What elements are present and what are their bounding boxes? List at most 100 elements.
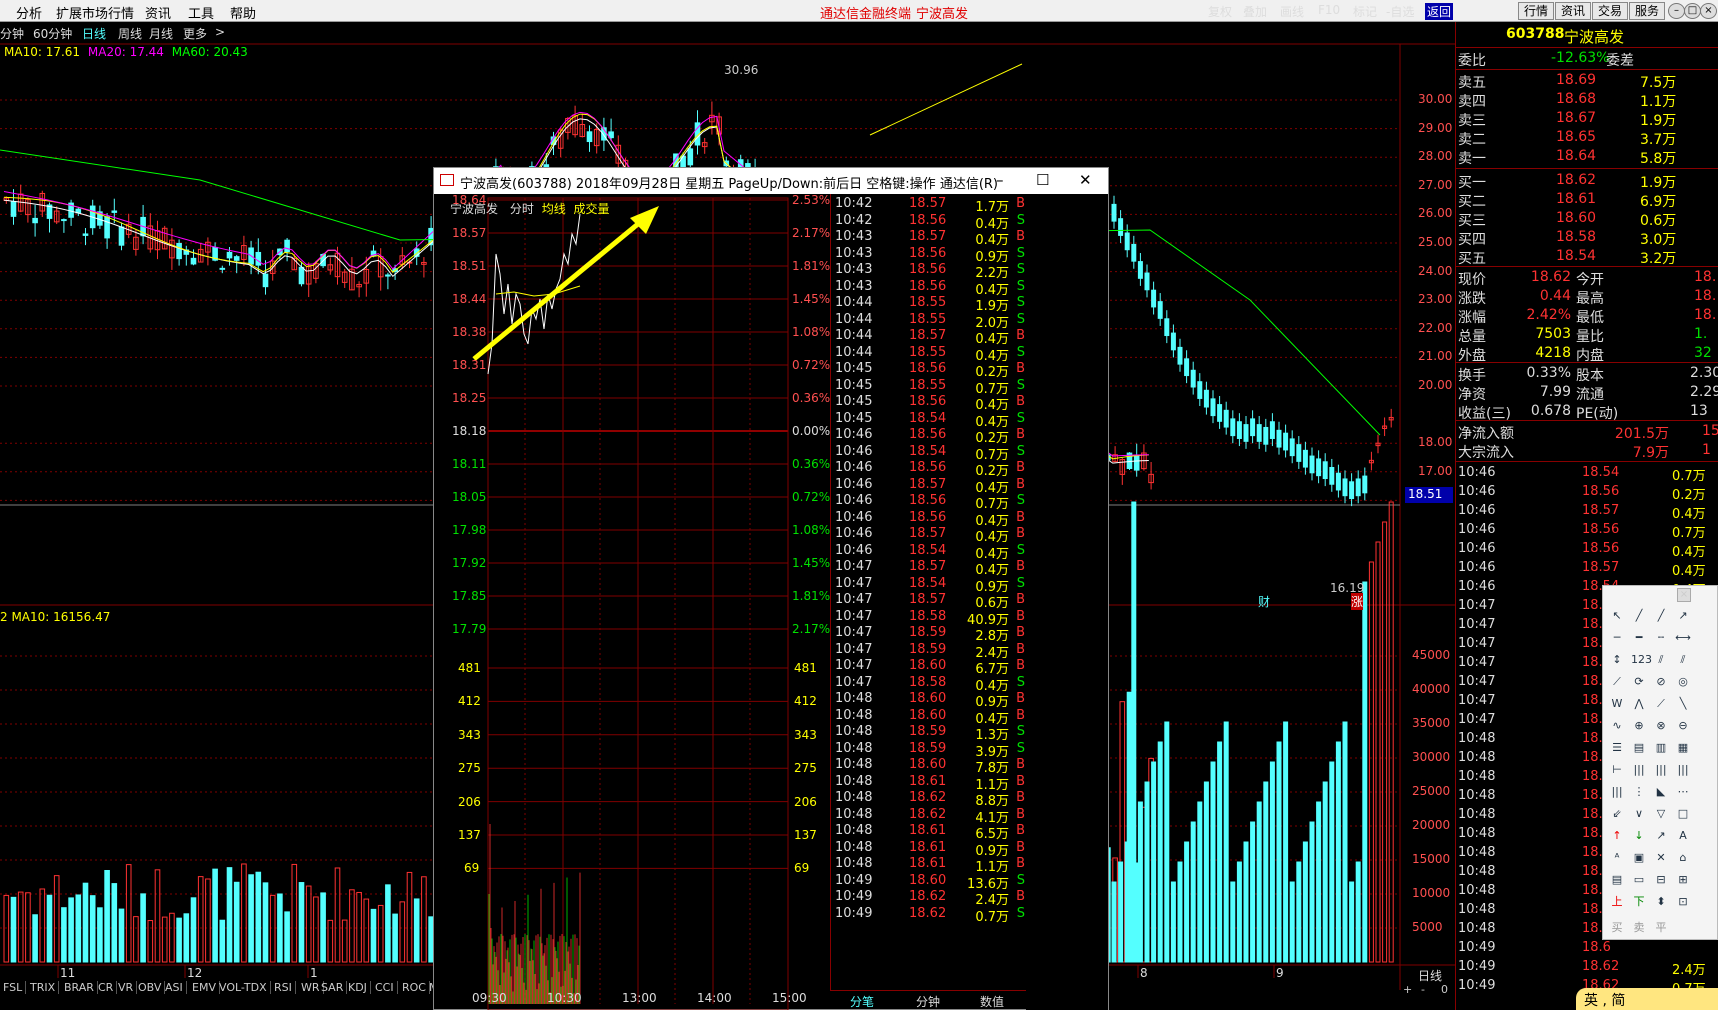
draw-tool-icon[interactable]: ⌂: [1675, 850, 1691, 866]
menu-analysis[interactable]: 分析: [16, 3, 42, 22]
draw-tool-icon[interactable]: ─: [1609, 630, 1625, 646]
indicator-tab-trix[interactable]: TRIX: [27, 981, 60, 994]
zhangting-marker[interactable]: 涨: [1351, 593, 1364, 610]
indicator-tab-fsl[interactable]: FSL: [0, 981, 27, 994]
draw-tool-icon[interactable]: ╲: [1675, 696, 1691, 712]
draw-tool-icon[interactable]: □: [1675, 806, 1691, 822]
zoom-in-button[interactable]: +: [1403, 983, 1412, 996]
indicator-tab-obv[interactable]: OBV: [135, 981, 166, 994]
draw-tool-icon[interactable]: ↑: [1609, 828, 1625, 844]
menu-help[interactable]: 帮助: [230, 3, 256, 22]
draw-tool-icon[interactable]: ⊢: [1609, 762, 1625, 778]
zoom-out-button[interactable]: -: [1421, 983, 1425, 996]
draw-tool-icon[interactable]: ╱: [1631, 608, 1647, 624]
indicator-tab-brar[interactable]: BRAR: [61, 981, 98, 994]
indicator-tab-asi[interactable]: ASI: [162, 981, 187, 994]
draw-tool-icon[interactable]: ▽: [1653, 806, 1669, 822]
draw-tool-icon[interactable]: ☰: [1609, 740, 1625, 756]
close-icon[interactable]: ×: [1700, 3, 1717, 19]
period-60min[interactable]: 60分钟: [33, 25, 72, 42]
menu-news[interactable]: 资讯: [145, 3, 171, 22]
draw-tool-icon[interactable]: ⟋: [1653, 696, 1669, 712]
draw-tool-icon[interactable]: ⋯: [1675, 784, 1691, 800]
draw-tool-icon[interactable]: ↓: [1631, 828, 1647, 844]
draw-tool-trade-0[interactable]: 买: [1609, 920, 1625, 936]
draw-tool-icon[interactable]: ↗: [1653, 828, 1669, 844]
popup-titlebar[interactable]: 宁波高发(603788) 2018年09月28日 星期五 PageUp/Down…: [434, 168, 1108, 194]
draw-tool-icon[interactable]: |||: [1609, 784, 1625, 800]
draw-tool-icon[interactable]: ⫽: [1675, 652, 1691, 668]
menu-ext-market[interactable]: 扩展市场行情: [56, 3, 134, 22]
indicator-tab-cr[interactable]: CR: [95, 981, 118, 994]
draw-tool-icon[interactable]: ━: [1631, 630, 1647, 646]
popup-maximize-icon[interactable]: ☐: [1036, 171, 1049, 189]
popup-minimize-icon[interactable]: –: [996, 171, 1004, 189]
chevron-right-icon[interactable]: >: [215, 25, 225, 39]
draw-tool-trade-2[interactable]: 平: [1653, 920, 1669, 936]
draw-tool-icon[interactable]: A: [1675, 828, 1691, 844]
drawtool-close-icon[interactable]: ×: [1677, 588, 1691, 602]
indicator-tab-cci[interactable]: CCI: [372, 981, 398, 994]
tab-shuzhi[interactable]: 数值: [980, 993, 1004, 1010]
trade-button[interactable]: 交易: [1592, 2, 1629, 20]
draw-tool-icon[interactable]: ▭: [1631, 872, 1647, 888]
indicator-tab-vr[interactable]: VR: [115, 981, 138, 994]
ask-row[interactable]: 卖五 18.69 7.5万: [1456, 71, 1718, 91]
draw-tool-icon[interactable]: ⇙: [1609, 806, 1625, 822]
ask-row[interactable]: 卖二 18.65 3.7万: [1456, 128, 1718, 148]
draw-tool-icon[interactable]: ⊞: [1675, 872, 1691, 888]
draw-tool-icon[interactable]: 上: [1609, 894, 1625, 910]
draw-tool-icon[interactable]: ∨: [1631, 806, 1647, 822]
draw-tool-icon[interactable]: 123: [1631, 652, 1652, 668]
draw-tool-icon[interactable]: ⟷: [1675, 630, 1691, 646]
draw-tool-icon[interactable]: ⊘: [1653, 674, 1669, 690]
draw-tool-icon[interactable]: ⊖: [1675, 718, 1691, 734]
bid-row[interactable]: 买二 18.61 6.9万: [1456, 190, 1718, 210]
indicator-tab-rsi[interactable]: RSI: [271, 981, 296, 994]
caibao-marker[interactable]: 财: [1258, 593, 1270, 610]
draw-tool-icon[interactable]: ▤: [1609, 872, 1625, 888]
draw-tool-icon[interactable]: ▦: [1675, 740, 1691, 756]
draw-tool-icon[interactable]: ⟋: [1609, 674, 1625, 690]
draw-tool-icon[interactable]: ⋀: [1631, 696, 1647, 712]
quote-button[interactable]: 行情: [1518, 2, 1555, 20]
ask-row[interactable]: 卖一 18.64 5.8万: [1456, 147, 1718, 167]
draw-tool-icon[interactable]: ⬍: [1653, 894, 1669, 910]
draw-tool-icon[interactable]: ▤: [1631, 740, 1647, 756]
draw-tool-icon[interactable]: |||: [1653, 762, 1669, 778]
indicator-tab-kdj[interactable]: KDJ: [345, 981, 371, 994]
zoom-reset-button[interactable]: 0: [1441, 983, 1448, 996]
draw-tool-icon[interactable]: ▥: [1653, 740, 1669, 756]
tab-fenzhong[interactable]: 分钟: [916, 993, 940, 1010]
draw-tool-icon[interactable]: ⋮: [1631, 784, 1647, 800]
minimize-icon[interactable]: –: [1668, 3, 1685, 19]
draw-tool-icon[interactable]: ╌: [1653, 630, 1669, 646]
draw-tool-icon[interactable]: ✕: [1653, 850, 1669, 866]
back-button[interactable]: 返回: [1425, 3, 1454, 20]
fuquan-button[interactable]: 复权: [1208, 3, 1232, 20]
indicator-tab-sar[interactable]: SAR: [318, 981, 348, 994]
period-monthly[interactable]: 月线: [149, 25, 173, 42]
draw-tool-icon[interactable]: ⊟: [1653, 872, 1669, 888]
draw-tool-icon[interactable]: ∿: [1609, 718, 1625, 734]
draw-tool-icon[interactable]: ⊕: [1631, 718, 1647, 734]
tab-fenbi[interactable]: 分笔: [850, 993, 874, 1010]
bid-row[interactable]: 买一 18.62 1.9万: [1456, 171, 1718, 191]
ask-row[interactable]: 卖三 18.67 1.9万: [1456, 109, 1718, 129]
watchlist-button[interactable]: -自选: [1386, 3, 1414, 20]
draw-tool-icon[interactable]: |||: [1675, 762, 1691, 778]
bid-row[interactable]: 买三 18.60 0.6万: [1456, 209, 1718, 229]
draw-tool-icon[interactable]: |||: [1631, 762, 1647, 778]
mark-button[interactable]: 标记: [1353, 3, 1377, 20]
draw-tool-icon[interactable]: ⫽: [1653, 652, 1669, 668]
draw-tool-icon[interactable]: ↕: [1609, 652, 1625, 668]
draw-tool-icon[interactable]: ◎: [1675, 674, 1691, 690]
news-button[interactable]: 资讯: [1555, 2, 1592, 20]
ask-row[interactable]: 卖四 18.68 1.1万: [1456, 90, 1718, 110]
bid-row[interactable]: 买四 18.58 3.0万: [1456, 228, 1718, 248]
ime-indicator[interactable]: 英 , 简: [1576, 988, 1718, 1010]
drawline-button[interactable]: 画线: [1280, 3, 1304, 20]
draw-tool-icon[interactable]: ⟳: [1631, 674, 1647, 690]
draw-tool-icon[interactable]: W: [1609, 696, 1625, 712]
draw-tool-icon[interactable]: ↖: [1609, 608, 1625, 624]
